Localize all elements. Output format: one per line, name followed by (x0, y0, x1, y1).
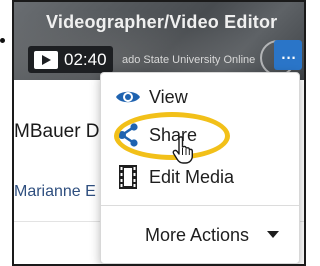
menu-divider (101, 205, 299, 206)
video-source-text: ado State University Online (122, 54, 256, 66)
video-duration: 02:40 (64, 49, 107, 69)
list-bullet (0, 38, 5, 43)
hand-pointer-icon (172, 136, 193, 164)
more-actions-label: More Actions (145, 224, 250, 245)
share-icon (115, 122, 141, 148)
menu-item-edit-media[interactable]: Edit Media (101, 157, 299, 197)
play-duration-badge[interactable]: 02:40 (28, 46, 113, 73)
more-options-button[interactable]: ... (274, 40, 302, 70)
play-icon (34, 50, 58, 69)
ellipsis-icon: ... (280, 39, 296, 64)
eye-icon (115, 84, 141, 110)
more-actions-button[interactable]: More Actions (101, 215, 299, 255)
menu-item-share[interactable]: Share (101, 115, 299, 155)
video-thumbnail[interactable]: Videographer/Video Editor 02:40 ado Stat… (14, 2, 304, 80)
media-card: Videographer/Video Editor 02:40 ado Stat… (12, 0, 306, 266)
video-title: Videographer/Video Editor (46, 12, 278, 32)
creator-name: MBauer D (14, 121, 100, 142)
author-link[interactable]: Marianne E (14, 183, 96, 201)
film-icon (115, 164, 141, 190)
caret-down-icon (267, 231, 279, 238)
menu-item-label: View (149, 86, 188, 107)
menu-item-label: Edit Media (149, 166, 235, 187)
menu-item-view[interactable]: View (101, 77, 299, 117)
actions-dropdown-menu: View Share Edit Media More Actions (100, 72, 300, 264)
